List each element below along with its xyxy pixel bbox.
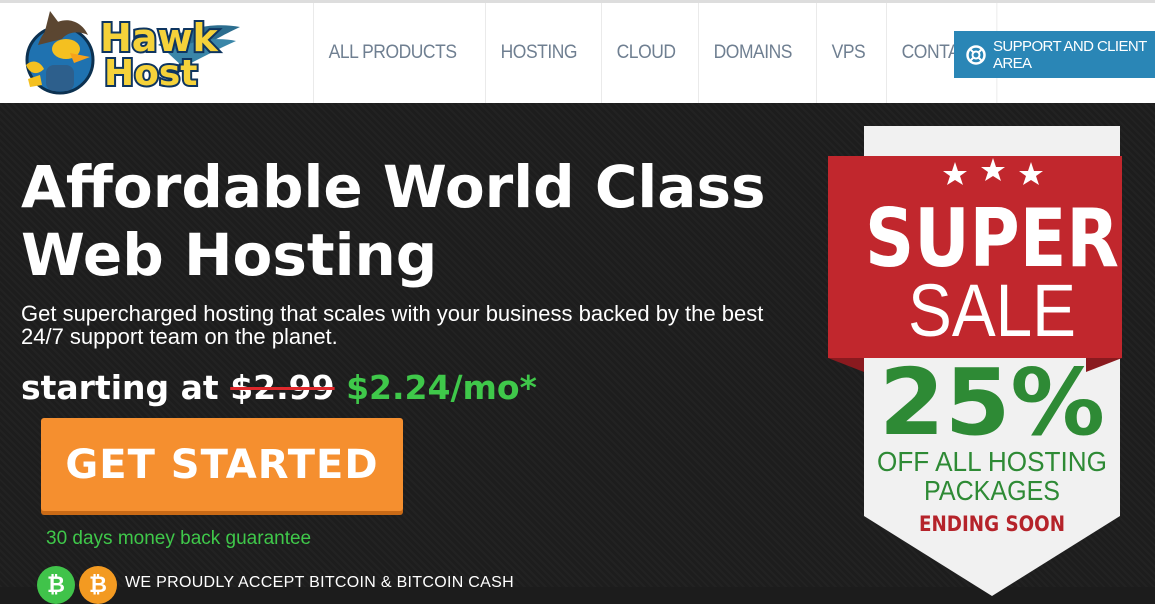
sale-ending-soon: ENDING SOON [919, 512, 1065, 536]
support-client-area-button[interactable]: SUPPORT AND CLIENT AREA [954, 31, 1155, 78]
nav-cloud[interactable]: CLOUD [601, 3, 690, 103]
sale-sale-text: SALE [908, 269, 1076, 352]
nav-vps[interactable]: VPS [816, 3, 880, 103]
sale-off-line2: PACKAGES [924, 475, 1060, 506]
sale-off-line1: OFF ALL HOSTING [877, 446, 1107, 477]
nav-domains[interactable]: DOMAINS [698, 3, 807, 103]
bitcoin-icon: ₿ [79, 566, 117, 604]
nav-all-products[interactable]: ALL PRODUCTS [313, 3, 471, 103]
support-button-label: SUPPORT AND CLIENT AREA [993, 37, 1147, 72]
hawk-host-logo[interactable]: Hawk Host [18, 5, 243, 97]
header-bar: Hawk Host ALL PRODUCTS HOSTING CLOUD DOM… [0, 0, 1155, 103]
price-prefix: starting at [21, 368, 219, 407]
bitcoin-cash-icon: ₿ [37, 566, 75, 604]
hero-title: Affordable World Class Web Hosting [21, 153, 821, 289]
nav-hosting[interactable]: HOSTING [485, 3, 592, 103]
get-started-button[interactable]: GET STARTED [41, 418, 403, 511]
money-back-guarantee: 30 days money back guarantee [46, 528, 312, 549]
hero-title-line1: Affordable World Class [21, 153, 766, 221]
lifebuoy-icon [966, 44, 986, 65]
logo-text-host: Host [104, 53, 198, 94]
main-nav: ALL PRODUCTS HOSTING CLOUD DOMAINS VPS C… [313, 3, 1007, 103]
old-price: $2.99 [230, 368, 335, 407]
price-line: starting at $2.99 $2.24/mo* [21, 368, 537, 407]
sale-percent-text: 25% [879, 349, 1105, 456]
super-sale-banner[interactable]: SUPER SALE 25% OFF ALL HOSTING PACKAGES … [828, 126, 1122, 596]
hero-subtitle: Get supercharged hosting that scales wit… [21, 301, 764, 349]
new-price: $2.24/mo* [346, 368, 537, 407]
crypto-accept-text: WE PROUDLY ACCEPT BITCOIN & BITCOIN CASH [125, 574, 514, 591]
hero-title-line2: Web Hosting [21, 221, 438, 289]
